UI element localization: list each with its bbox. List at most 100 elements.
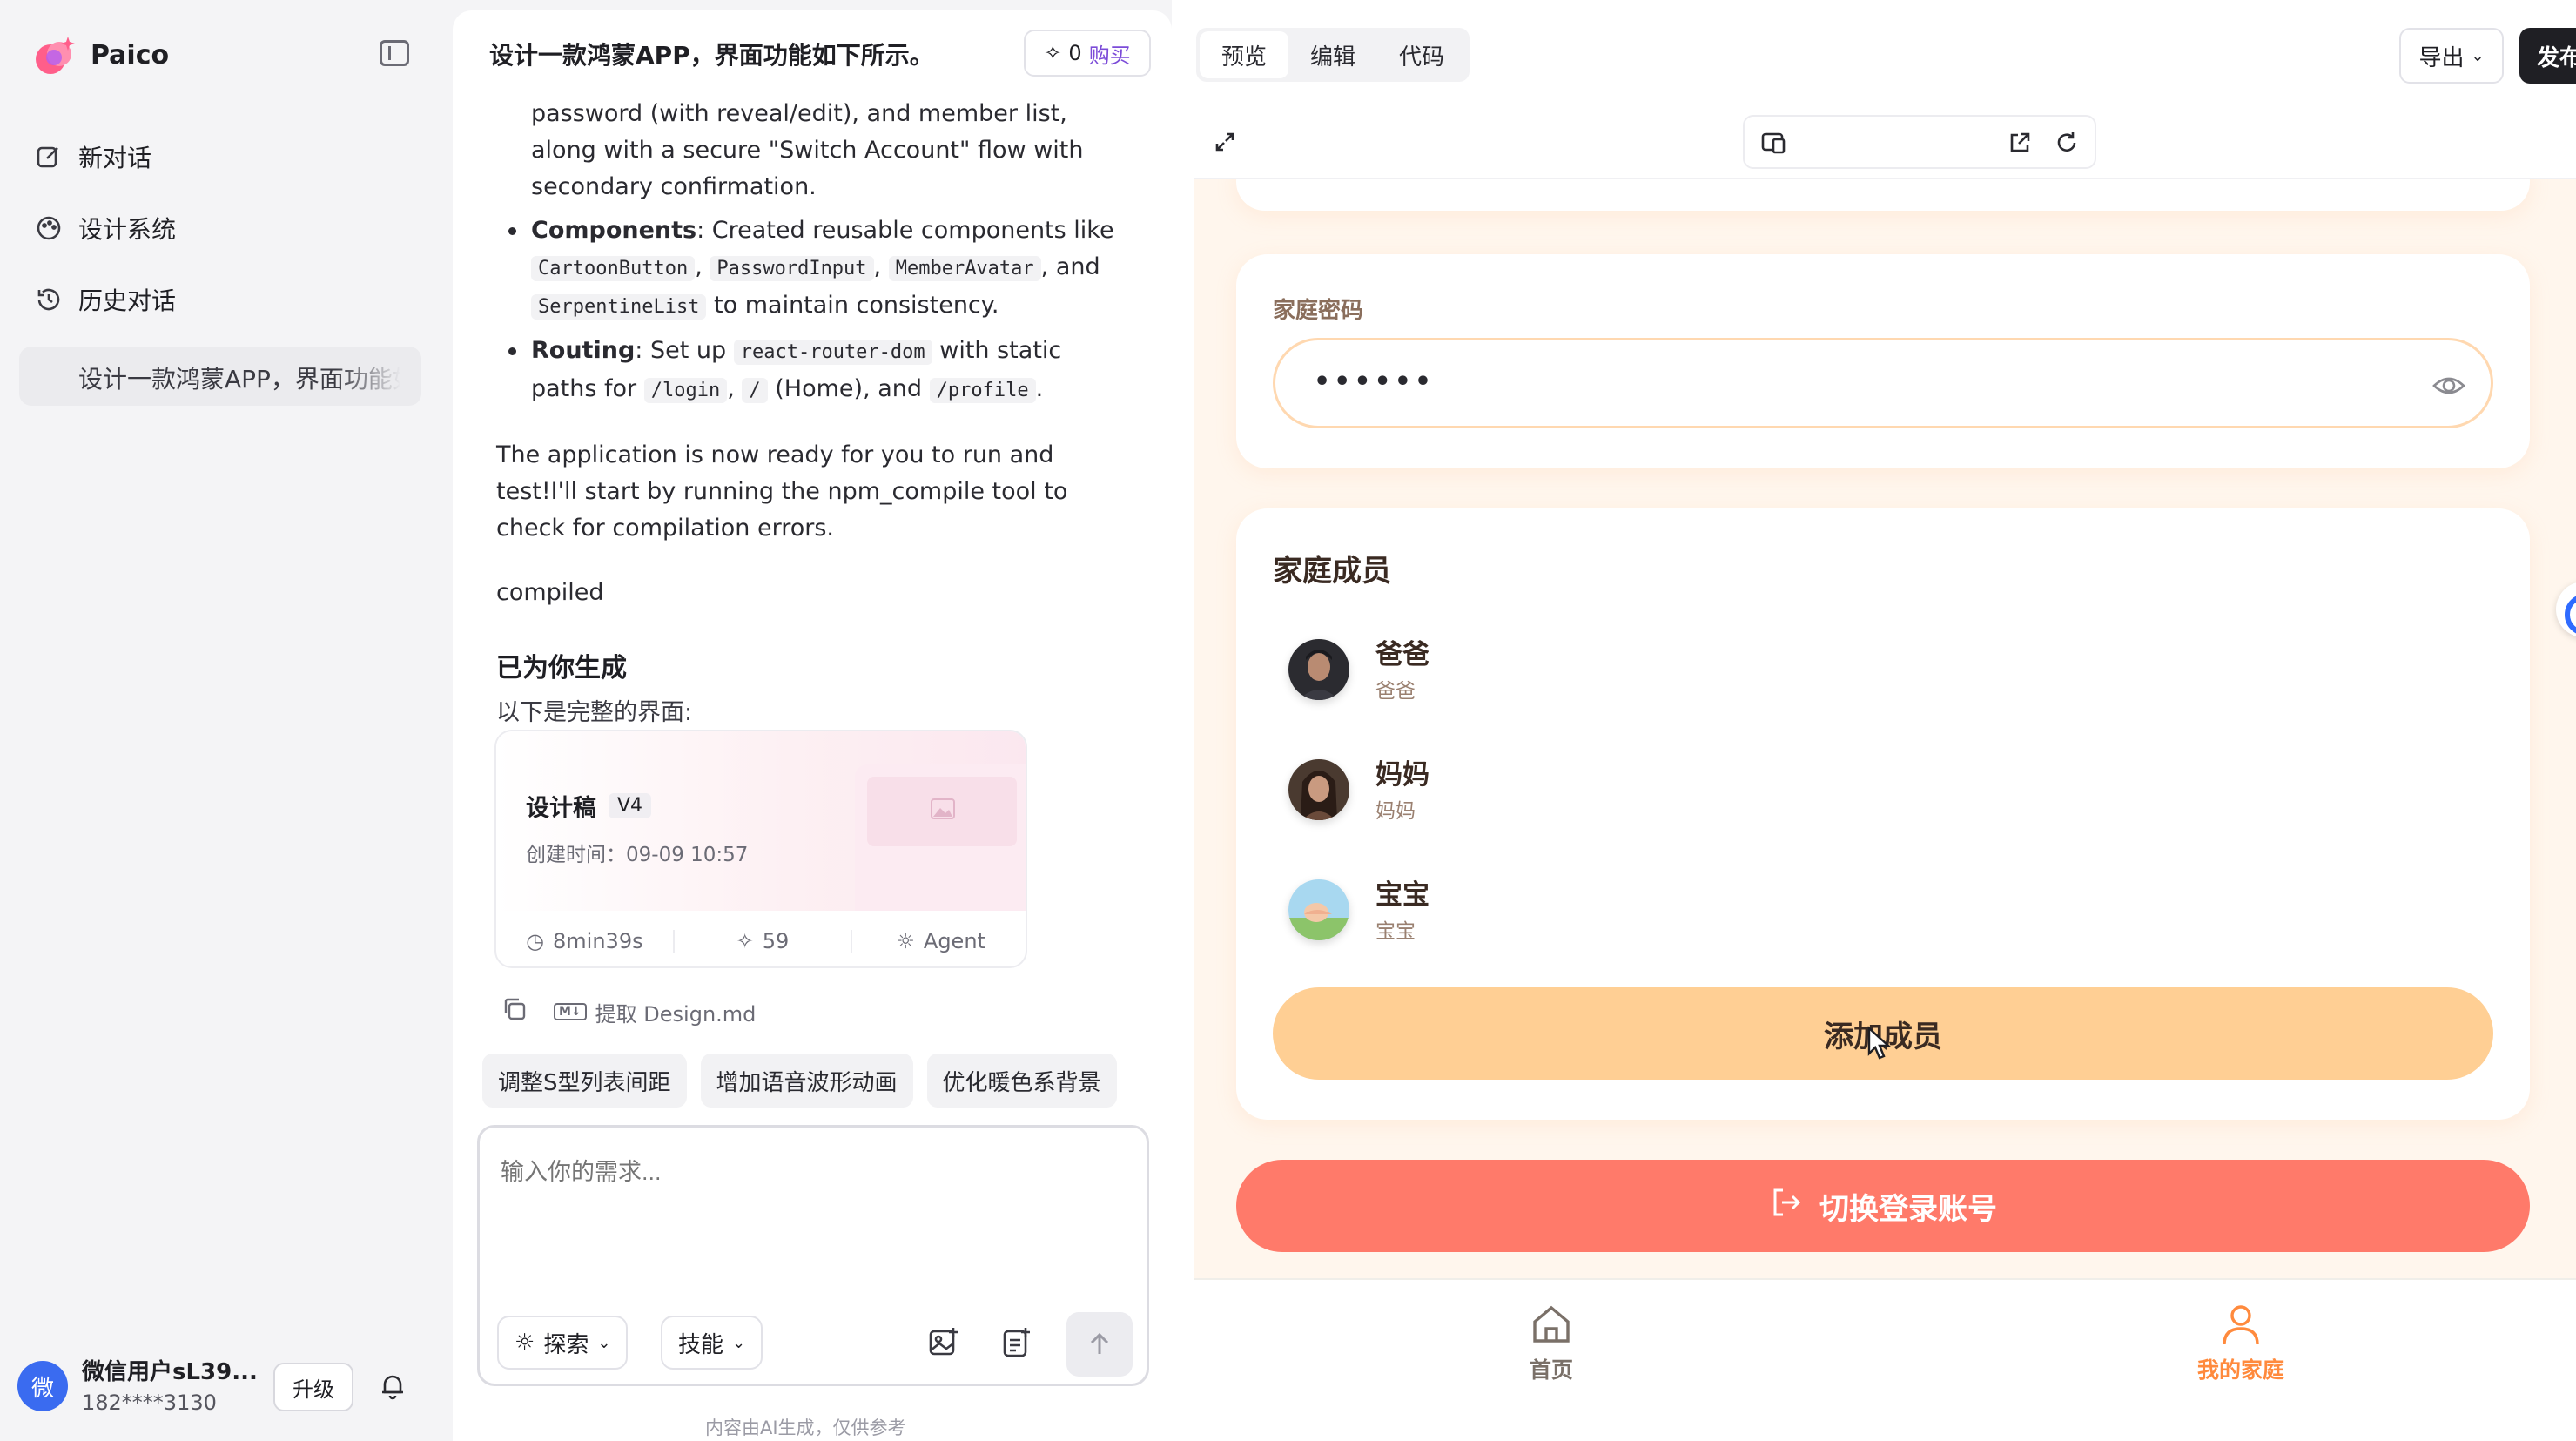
sidebar: Paico 新对话 设计系统 历史对话 设计一款鸿蒙APP，界面功能如下所示。 …	[0, 0, 439, 1441]
prompt-box: ☼ 探索 ⌄ 技能 ⌄	[477, 1125, 1149, 1386]
paico-logo-icon	[31, 31, 78, 78]
suggestion-chip[interactable]: 增加语音波形动画	[700, 1054, 913, 1108]
explore-dropdown[interactable]: ☼ 探索 ⌄	[497, 1316, 629, 1370]
extract-design-md-button[interactable]: M↓ 提取 Design.md	[554, 997, 756, 1027]
members-title: 家庭成员	[1273, 554, 1391, 589]
history-chat-item[interactable]: 设计一款鸿蒙APP，界面功能如下所示。	[19, 347, 421, 406]
member-role: 宝宝	[1375, 920, 1416, 943]
points-buy-button[interactable]: ✧ 0 购买	[1024, 30, 1151, 77]
user-icon	[2223, 1305, 2259, 1345]
password-value: ••••••	[1314, 367, 1436, 397]
generated-title: 已为你生成	[496, 653, 627, 683]
password-field[interactable]: ••••••	[1273, 338, 2493, 428]
device-frame-bar	[1743, 115, 2096, 169]
member-item[interactable]: 妈妈 妈妈	[1288, 751, 1811, 829]
member-role: 妈妈	[1375, 800, 1416, 823]
preview-panel: 预览 编辑 代码 导出 ⌄ 发布 家庭密码 •••••• 家庭成员 爸爸 爸爸 …	[1172, 0, 2576, 1441]
avatar	[1288, 759, 1349, 820]
password-card: 家庭密码 ••••••	[1236, 254, 2530, 468]
device-switch-icon[interactable]	[1760, 131, 1788, 158]
sparkle-icon: ✧	[736, 929, 754, 953]
message-text: The application is now ready for you to …	[496, 441, 1068, 542]
skills-label: 技能	[678, 1331, 724, 1358]
avatar	[1288, 879, 1349, 940]
send-button[interactable]	[1066, 1312, 1133, 1377]
tab-my-family[interactable]: 我的家庭	[2171, 1301, 2310, 1384]
sidebar-item-new-chat[interactable]: 新对话	[35, 139, 151, 174]
user-profile: 微 微信用户sL39... 182****3130 升级	[17, 1354, 427, 1424]
upload-image-icon[interactable]	[927, 1326, 960, 1363]
switch-account-label: 切换登录账号	[1819, 1191, 1997, 1227]
sidebar-item-label: 新对话	[78, 144, 152, 172]
edit-icon	[35, 143, 63, 171]
ai-disclaimer: 内容由AI生成，仅供参考	[705, 1417, 906, 1438]
add-document-icon[interactable]	[1000, 1326, 1033, 1363]
eye-icon[interactable]	[2431, 372, 2466, 403]
message-text: password (with reveal/edit), and member …	[531, 100, 1084, 200]
sparkle-icon: ✧	[1044, 41, 1062, 65]
upgrade-button[interactable]: 升级	[273, 1363, 353, 1411]
member-name: 宝宝	[1375, 879, 1429, 911]
publish-button[interactable]: 发布	[2519, 28, 2576, 84]
member-name: 爸爸	[1375, 639, 1429, 670]
bulb-icon: ☼	[896, 929, 915, 953]
generated-subtitle: 以下是完整的界面:	[496, 699, 693, 726]
sidebar-item-design-system[interactable]: 设计系统	[35, 211, 176, 246]
tab-home[interactable]: 首页	[1482, 1301, 1621, 1384]
prompt-input[interactable]	[501, 1159, 1110, 1186]
arrow-up-icon	[1090, 1332, 1109, 1354]
image-icon	[931, 798, 955, 819]
tab-edit[interactable]: 编辑	[1288, 31, 1377, 78]
mode-label: Agent	[923, 929, 985, 953]
clock-icon: ◷	[526, 929, 545, 953]
open-external-icon[interactable]	[2008, 131, 2032, 158]
design-thumbnail	[855, 764, 1026, 911]
refresh-icon[interactable]	[2055, 131, 2079, 158]
view-tabs: 预览 编辑 代码	[1196, 28, 1470, 82]
skills-dropdown[interactable]: 技能 ⌄	[661, 1316, 763, 1370]
brand-name: Paico	[91, 39, 170, 71]
password-label: 家庭密码	[1273, 298, 1364, 324]
chat-panel: 设计一款鸿蒙APP，界面功能如下所示。 ✧ 0 购买 password (wit…	[453, 10, 1172, 1441]
brand-logo[interactable]: Paico	[31, 31, 169, 78]
explore-label: 探索	[543, 1331, 589, 1358]
expand-icon[interactable]	[1214, 131, 1236, 157]
export-button[interactable]: 导出 ⌄	[2399, 28, 2504, 84]
previous-card	[1236, 179, 2530, 211]
tab-preview[interactable]: 预览	[1200, 31, 1288, 78]
logout-icon	[1769, 1185, 1804, 1228]
points-count: 0	[1068, 41, 1082, 65]
switch-account-button[interactable]: 切换登录账号	[1236, 1160, 2530, 1252]
design-name: 设计稿	[526, 795, 596, 822]
suggestion-chip[interactable]: 调整S型列表间距	[482, 1054, 687, 1108]
history-chat-title: 设计一款鸿蒙APP，界面功能如下所示。	[78, 365, 400, 394]
member-name: 妈妈	[1375, 759, 1429, 791]
member-item[interactable]: 爸爸 爸爸	[1288, 630, 1811, 709]
markdown-icon: M↓	[554, 1003, 587, 1020]
tab-label: 我的家庭	[2196, 1357, 2284, 1383]
member-role: 爸爸	[1375, 680, 1416, 703]
history-icon	[35, 286, 63, 313]
collapse-sidebar-icon[interactable]	[380, 40, 409, 66]
export-label: 导出	[2418, 44, 2465, 71]
compiled-status: compiled	[496, 579, 604, 606]
avatar[interactable]: 微	[17, 1361, 68, 1411]
suggestion-chip[interactable]: 优化暖色系背景	[926, 1054, 1117, 1108]
member-item[interactable]: 宝宝 宝宝	[1288, 871, 1811, 949]
version-badge: V4	[609, 793, 652, 818]
tab-code[interactable]: 代码	[1377, 31, 1466, 78]
avatar	[1288, 639, 1349, 700]
user-phone: 182****3130	[82, 1390, 217, 1415]
extract-label: 提取 Design.md	[595, 1001, 757, 1027]
duration: 8min39s	[553, 929, 643, 953]
user-name: 微信用户sL39...	[82, 1359, 258, 1385]
bell-icon[interactable]	[378, 1371, 407, 1401]
design-card[interactable]: 设计稿 V4 创建时间：09-09 10:57 ◷ 8min39s ✧ 59 ☼ Ag…	[494, 730, 1027, 968]
design-created-time: 创建时间：09-09 10:57	[526, 844, 749, 866]
chevron-down-icon: ⌄	[597, 1333, 611, 1352]
copy-icon[interactable]	[501, 996, 528, 1027]
tab-label: 首页	[1529, 1357, 1573, 1383]
list-item: Routing: Set up react-router-dom with st…	[496, 333, 1132, 409]
home-icon	[1533, 1305, 1570, 1343]
sidebar-item-history[interactable]: 历史对话	[35, 282, 176, 317]
